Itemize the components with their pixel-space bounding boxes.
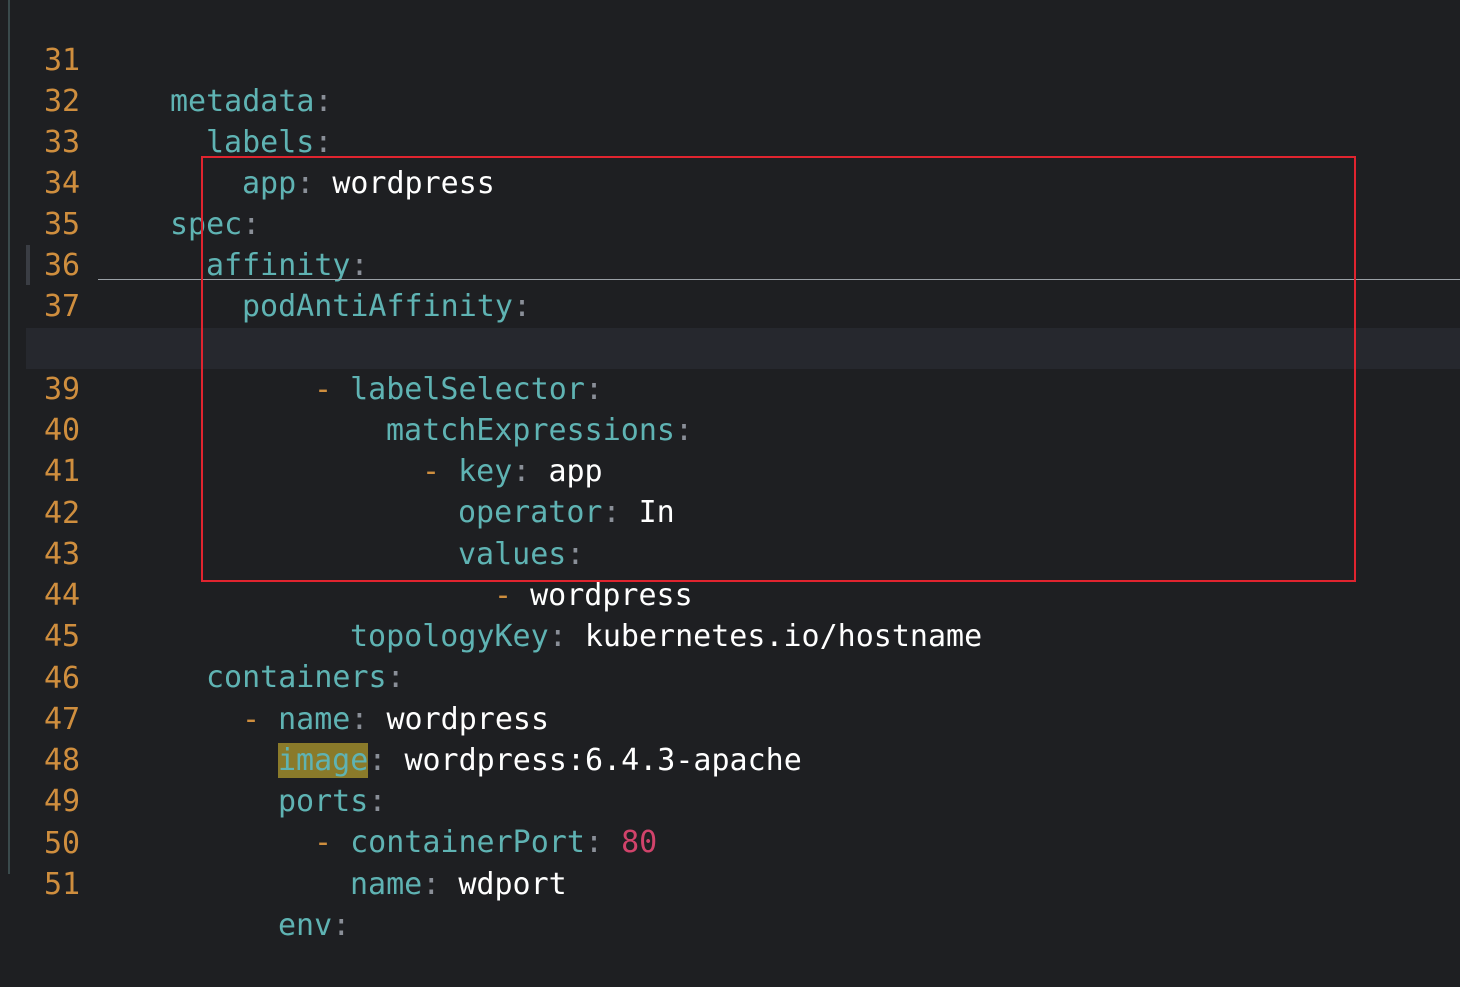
line-code[interactable]: name: wdport [350, 864, 567, 905]
code-line[interactable]: 31 metadata: [0, 0, 1460, 119]
code-line[interactable]: 32 labels: [0, 40, 1460, 160]
line-code[interactable]: env: [278, 905, 350, 946]
code-line[interactable]: 48 ports: [0, 699, 1460, 819]
code-line[interactable]: 33 app: wordpress [0, 81, 1460, 201]
code-line[interactable]: 50 name: wdport [0, 782, 1460, 902]
code-line[interactable]: 51 env: [0, 823, 1460, 943]
line-number: 51 [44, 867, 81, 902]
code-line[interactable]: 47 image: wordpress:6.4.3-apache [0, 658, 1460, 778]
yaml-key: name [350, 867, 423, 902]
yaml-separator: : [422, 867, 441, 902]
code-editor[interactable]: 31 metadata: 32 labels: 33 app: wordpres… [0, 0, 1460, 943]
code-line[interactable]: 46 - name: wordpress [0, 617, 1460, 737]
yaml-separator: : [332, 908, 351, 943]
yaml-value: wdport [458, 867, 567, 902]
annotation-box [201, 156, 1356, 582]
code-line[interactable]: 49 - containerPort: 80 [0, 740, 1460, 860]
yaml-key: env [278, 908, 333, 943]
